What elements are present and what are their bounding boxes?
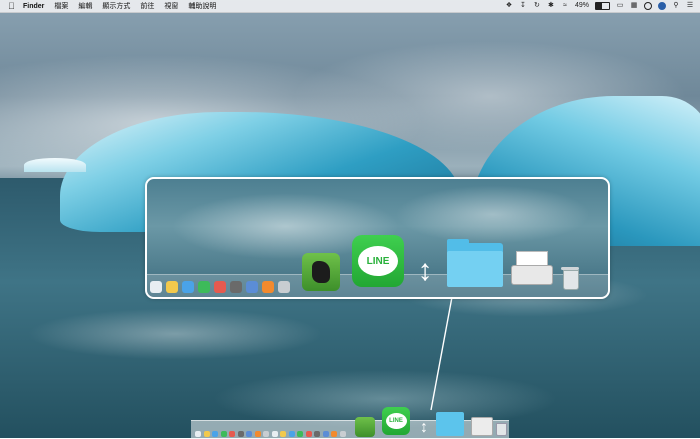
magnified-small-app-icon[interactable]: [278, 281, 290, 293]
trash-can: [563, 270, 579, 290]
menu-window[interactable]: 視窗: [164, 1, 178, 11]
folder-front: [447, 251, 503, 287]
magnified-dock-callout: LINE ↕: [145, 177, 610, 299]
dock-small-app-icon[interactable]: [203, 431, 210, 437]
magnified-small-app-icon[interactable]: [166, 281, 178, 293]
magnified-small-app-icon[interactable]: [150, 281, 162, 293]
dock-small-app-icon[interactable]: [339, 431, 346, 437]
magnified-small-app-icon[interactable]: [262, 281, 274, 293]
battery-icon[interactable]: [595, 2, 610, 10]
airplay-icon[interactable]: ▭: [616, 2, 624, 10]
trash-icon[interactable]: [561, 266, 579, 290]
menu-edit[interactable]: 編輯: [78, 1, 92, 11]
magnified-small-app-icon[interactable]: [214, 281, 226, 293]
battery-level: [596, 3, 603, 9]
dock-small-app-icon[interactable]: [314, 431, 320, 437]
apple-icon[interactable]: : [8, 1, 16, 11]
dock-small-app-icon[interactable]: [195, 431, 201, 437]
up-down-arrow-icon[interactable]: ↕: [415, 255, 435, 287]
elephant-icon: [312, 261, 330, 283]
menu-file[interactable]: 檔案: [54, 1, 68, 11]
keyboard-input-icon[interactable]: ▦: [630, 2, 638, 10]
dock-up-down-arrow-icon[interactable]: ↕: [419, 419, 429, 437]
magnified-small-app-icon[interactable]: [182, 281, 194, 293]
user-icon[interactable]: [658, 2, 666, 10]
dock-small-app-icon[interactable]: [237, 431, 244, 437]
time-machine-icon[interactable]: ↻: [533, 2, 541, 10]
dock-small-app-icon[interactable]: [229, 431, 235, 437]
bluetooth-icon[interactable]: ✱: [547, 2, 555, 10]
line-app-label: LINE: [358, 246, 398, 276]
battery-percent[interactable]: 49%: [575, 2, 589, 10]
dropbox-icon[interactable]: ❖: [505, 2, 513, 10]
dock-small-app-icon[interactable]: [254, 431, 261, 437]
dock-small-app-icon[interactable]: [280, 431, 286, 437]
magnified-small-app-icon[interactable]: [198, 281, 210, 293]
dock-small-app-icon[interactable]: [297, 431, 303, 437]
spotlight-icon[interactable]: ⚲: [672, 2, 680, 10]
printer-icon[interactable]: [511, 251, 553, 285]
dock-printer-icon[interactable]: [471, 417, 493, 436]
magnified-small-app-icon[interactable]: [246, 281, 258, 293]
dock-small-app-icon[interactable]: [246, 431, 252, 437]
list-icon[interactable]: ☰: [686, 2, 694, 10]
dock-small-app-icon[interactable]: [212, 431, 218, 437]
evernote-app-icon[interactable]: [302, 253, 340, 291]
clock-icon[interactable]: [644, 2, 652, 10]
dock-line-label: LINE: [385, 413, 407, 429]
dock: LINE ↕: [191, 407, 509, 439]
dock-folder-icon[interactable]: [436, 412, 464, 436]
menu-bar:  Finder 檔案 編輯 顯示方式 前往 視窗 輔助說明 ❖ ↧ ↻ ✱ ≈…: [0, 0, 700, 13]
iceberg-small: [24, 158, 86, 172]
dock-small-app-icon[interactable]: [288, 431, 295, 437]
dock-trash-icon[interactable]: [496, 423, 507, 436]
dock-small-app-icon[interactable]: [305, 431, 312, 437]
download-icon[interactable]: ↧: [519, 2, 527, 10]
menu-go[interactable]: 前往: [140, 1, 154, 11]
line-app-icon[interactable]: LINE: [352, 235, 404, 287]
menu-help[interactable]: 輔助說明: [188, 1, 216, 11]
wifi-icon[interactable]: ≈: [561, 2, 569, 10]
menu-finder[interactable]: Finder: [23, 3, 44, 10]
printer-body: [511, 265, 553, 285]
dock-small-app-icon[interactable]: [263, 431, 269, 437]
dock-small-app-icon[interactable]: [331, 431, 337, 437]
dock-small-app-icon[interactable]: [322, 431, 329, 437]
magnified-small-app-icon[interactable]: [230, 281, 242, 293]
menu-view[interactable]: 顯示方式: [102, 1, 130, 11]
folder-icon[interactable]: [447, 239, 503, 287]
dock-line-icon[interactable]: LINE: [382, 407, 410, 435]
dock-small-app-icon[interactable]: [271, 431, 278, 437]
dock-evernote-icon[interactable]: [355, 417, 375, 437]
dock-small-app-icon[interactable]: [220, 431, 227, 437]
